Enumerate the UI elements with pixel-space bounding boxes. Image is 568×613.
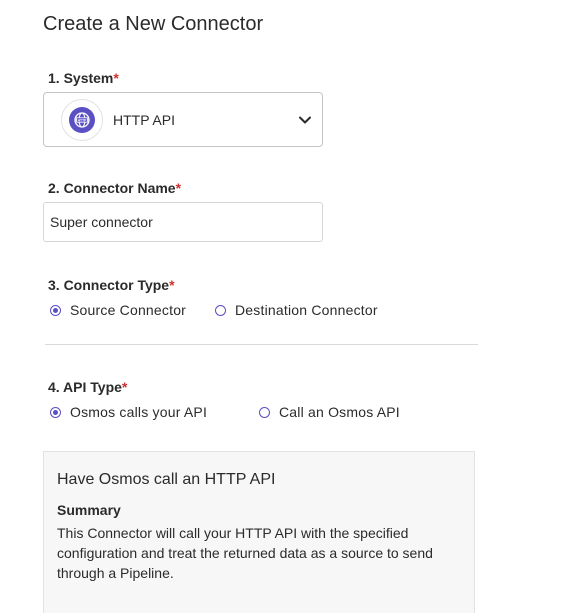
radio-label: Call an Osmos API [279,404,400,420]
connector-type-label: 3. Connector Type* [48,277,175,293]
required-mark: * [113,70,119,86]
radio-osmos-calls-your-api[interactable]: Osmos calls your API [50,404,207,420]
radio-button-checked[interactable] [50,406,61,418]
system-label: 1. System* [48,70,119,86]
info-panel: Have Osmos call an HTTP API Summary This… [43,451,475,613]
required-mark: * [121,379,128,395]
radio-label: Source Connector [70,302,187,318]
connector-name-label: 2. Connector Name* [48,180,181,196]
radio-source-connector[interactable]: Source Connector [50,302,186,318]
required-mark: * [169,277,175,293]
connector-type-label-text: 3. Connector Type [48,277,170,293]
connector-name-input[interactable] [43,202,323,242]
globe-icon: HTTP [69,107,95,133]
api-type-label-text: 4. API Type [48,379,122,395]
section-divider [45,344,478,345]
page-title: Create a New Connector [43,13,264,35]
radio-button[interactable] [259,406,270,418]
svg-text:HTTP: HTTP [78,118,88,122]
radio-call-an-osmos-api[interactable]: Call an Osmos API [259,404,400,420]
system-select[interactable]: HTTP HTTP API [43,92,323,147]
system-label-text: 1. System [48,70,114,86]
radio-button[interactable] [215,304,226,316]
system-icon-badge: HTTP [61,99,103,141]
info-description: This Connector will call your HTTP API w… [57,525,433,581]
radio-label: Osmos calls your API [70,404,208,420]
radio-destination-connector[interactable]: Destination Connector [215,302,378,318]
info-subtitle: Summary [57,502,121,518]
api-type-label: 4. API Type* [48,379,127,395]
radio-label: Destination Connector [235,302,378,318]
system-selected-value: HTTP API [113,112,175,128]
chevron-down-icon[interactable] [298,113,312,127]
radio-button-checked[interactable] [50,304,61,316]
info-title: Have Osmos call an HTTP API [57,471,276,488]
connector-name-label-text: 2. Connector Name [48,180,176,196]
required-mark: * [175,180,182,196]
